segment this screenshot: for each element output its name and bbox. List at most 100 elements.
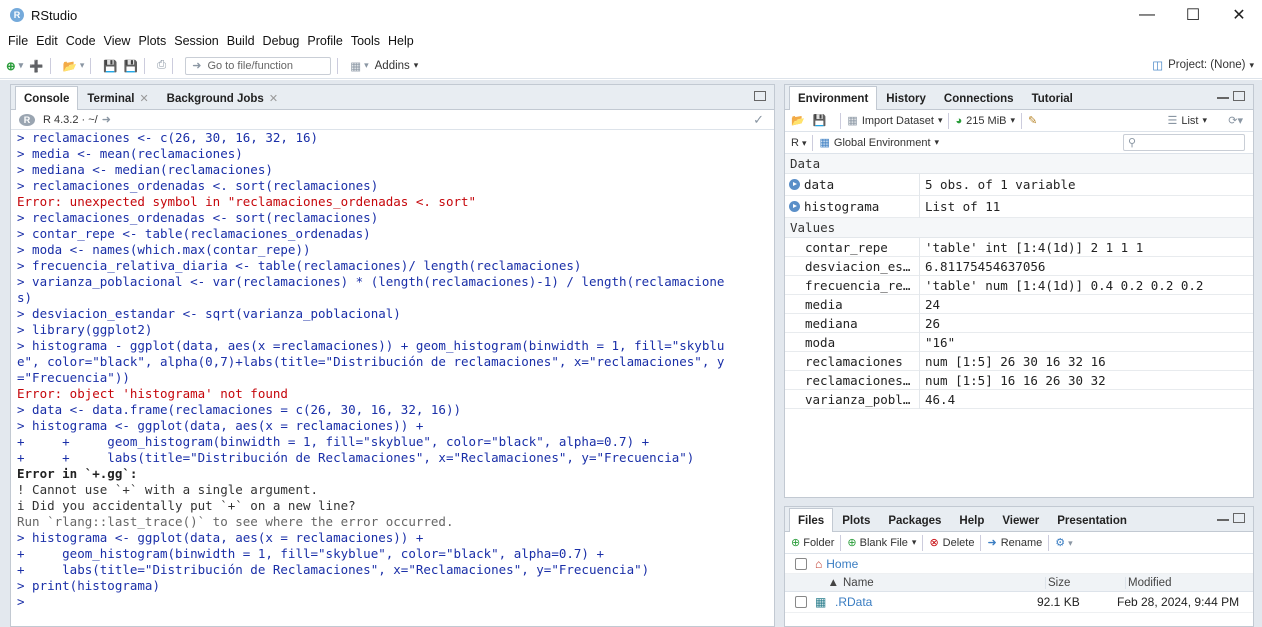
tab-packages[interactable]: Packages [879, 509, 950, 531]
language-menu[interactable]: R ▾ [791, 137, 806, 149]
project-menu[interactable]: ◫ Project: (None) ▾ [1152, 58, 1254, 72]
folder-label: Folder [803, 536, 835, 549]
restore-pane-icon[interactable] [754, 91, 766, 101]
clear-console-icon[interactable]: ✓ [753, 112, 764, 128]
go-to-file-placeholder: Go to file/function [207, 59, 294, 72]
variable-name: mediana [785, 313, 920, 333]
tab-console[interactable]: Console [15, 86, 79, 110]
environment-row[interactable]: moda "16" [785, 332, 1253, 352]
delete-button[interactable]: ⊗ Delete [929, 536, 975, 550]
tab-connections[interactable]: Connections [935, 87, 1023, 109]
memory-usage[interactable]: ◕ 215 MiB ▾ [955, 115, 1015, 127]
language-label: R [791, 136, 799, 149]
tab-tutorial[interactable]: Tutorial [1023, 87, 1082, 109]
addins-menu[interactable]: Addins ▾ [375, 60, 419, 72]
menu-item-build[interactable]: Build [223, 34, 259, 48]
variable-name: data [785, 173, 920, 196]
new-folder-button[interactable]: ⊕ Folder [791, 536, 835, 550]
environment-row[interactable]: data 5 obs. of 1 variable [785, 173, 1253, 196]
file-row[interactable]: ▦ .RData 92.1 KB Feb 28, 2024, 9:44 PM [785, 592, 1253, 613]
pane-controls [1217, 513, 1245, 523]
go-to-file-input[interactable]: ➜ Go to file/function [185, 56, 332, 75]
minimize-pane-icon[interactable] [1217, 513, 1229, 521]
file-name[interactable]: .RData [835, 595, 1037, 609]
environment-row[interactable]: desviacion_es… 6.81175454637056 [785, 256, 1253, 276]
select-all-checkbox[interactable] [795, 557, 807, 570]
console-output[interactable]: > reclamaciones <- c(26, 30, 16, 32, 16)… [11, 130, 774, 610]
environment-row[interactable]: histograma List of 11 [785, 195, 1253, 218]
file-size: 92.1 KB [1037, 595, 1080, 609]
expand-icon[interactable] [789, 179, 800, 190]
environment-row[interactable]: contar_repe 'table' int [1:4(1d)] 2 1 1 1 [785, 237, 1253, 257]
tab-plots[interactable]: Plots [833, 509, 879, 531]
close-icon[interactable]: ✕ [1216, 0, 1262, 30]
delete-label: Delete [942, 536, 975, 549]
maximize-pane-icon[interactable] [1233, 513, 1245, 523]
environment-row[interactable]: reclamaciones… num [1:5] 16 16 26 30 32 [785, 370, 1253, 390]
column-modified[interactable]: Modified [1125, 576, 1171, 589]
view-mode-menu[interactable]: ☰ List ▾ [1167, 114, 1207, 128]
menu-item-edit[interactable]: Edit [32, 34, 62, 48]
tab-history[interactable]: History [877, 87, 935, 109]
tab-label: Viewer [1002, 514, 1040, 527]
menu-item-session[interactable]: Session [170, 34, 222, 48]
tab-environment[interactable]: Environment [789, 86, 878, 110]
tab-label: Terminal [87, 92, 135, 105]
refresh-icon[interactable]: ⟳▾ [1228, 114, 1243, 127]
save-workspace-icon[interactable]: 💾 [813, 114, 827, 127]
tab-files[interactable]: Files [789, 508, 834, 532]
environment-row[interactable]: media 24 [785, 294, 1253, 314]
section-header: Data [785, 154, 1253, 174]
menu-item-code[interactable]: Code [62, 34, 100, 48]
minimize-icon[interactable]: — [1124, 0, 1170, 30]
scope-menu[interactable]: ▦ Global Environment ▾ [819, 136, 939, 150]
expand-icon[interactable] [789, 201, 800, 212]
rename-button[interactable]: ➜ Rename [987, 536, 1043, 550]
maximize-icon[interactable]: ☐ [1170, 0, 1216, 30]
menu-item-debug[interactable]: Debug [259, 34, 304, 48]
menu-item-profile[interactable]: Profile [303, 34, 346, 48]
new-file-icon[interactable]: ⊕ ▾ [6, 59, 23, 73]
tab-help[interactable]: Help [950, 509, 993, 531]
menu-item-tools[interactable]: Tools [347, 34, 384, 48]
save-all-icon[interactable]: 💾 [124, 59, 138, 73]
gear-icon[interactable]: ⚙ ▾ [1055, 536, 1072, 549]
home-link[interactable]: Home [826, 557, 858, 571]
menu-item-help[interactable]: Help [384, 34, 418, 48]
menu-item-view[interactable]: View [100, 34, 135, 48]
variable-name: moda [785, 332, 920, 352]
grid-layout-icon[interactable]: ▦ ▾ [350, 59, 368, 73]
print-icon[interactable]: ⎙ [157, 59, 166, 72]
console-line: s) [17, 290, 33, 305]
file-checkbox[interactable] [795, 596, 807, 608]
maximize-pane-icon[interactable] [1233, 91, 1245, 101]
column-name[interactable]: Name [843, 577, 1045, 589]
minimize-pane-icon[interactable] [1217, 91, 1229, 99]
new-project-icon[interactable]: ➕ [29, 59, 43, 73]
load-workspace-icon[interactable]: 📂 [791, 114, 805, 127]
tab-background-jobs[interactable]: Background Jobs ✕ [158, 87, 287, 109]
close-tab-icon[interactable]: ✕ [139, 92, 148, 105]
menu-item-file[interactable]: File [4, 34, 32, 48]
blank-file-button[interactable]: ⊕ Blank File ▾ [847, 536, 916, 550]
import-dataset-button[interactable]: ▦ Import Dataset ▾ [847, 114, 942, 128]
environment-row[interactable]: mediana 26 [785, 313, 1253, 333]
environment-search-input[interactable]: ⚲ [1123, 134, 1245, 151]
tab-label: Help [959, 514, 985, 527]
environment-row[interactable]: reclamaciones num [1:5] 26 30 16 32 16 [785, 351, 1253, 371]
column-size[interactable]: Size [1045, 576, 1125, 589]
tab-presentation[interactable]: Presentation [1048, 509, 1136, 531]
tab-label: Plots [842, 514, 871, 527]
environment-row[interactable]: varianza_pobl… 46.4 [785, 389, 1253, 409]
rename-label: Rename [1000, 536, 1043, 549]
broom-icon[interactable]: ✎ [1028, 114, 1037, 127]
environment-row[interactable]: frecuencia_re… 'table' num [1:4(1d)] 0.4 … [785, 275, 1253, 295]
tab-terminal[interactable]: Terminal ✕ [78, 87, 157, 109]
menu-item-plots[interactable]: Plots [134, 34, 170, 48]
close-tab-icon[interactable]: ✕ [269, 92, 278, 105]
window-title: RStudio [31, 7, 78, 23]
save-icon[interactable]: 💾 [103, 59, 117, 73]
tab-viewer[interactable]: Viewer [993, 509, 1048, 531]
open-file-icon[interactable]: 📂 ▾ [63, 59, 85, 73]
variable-name: media [785, 294, 920, 314]
